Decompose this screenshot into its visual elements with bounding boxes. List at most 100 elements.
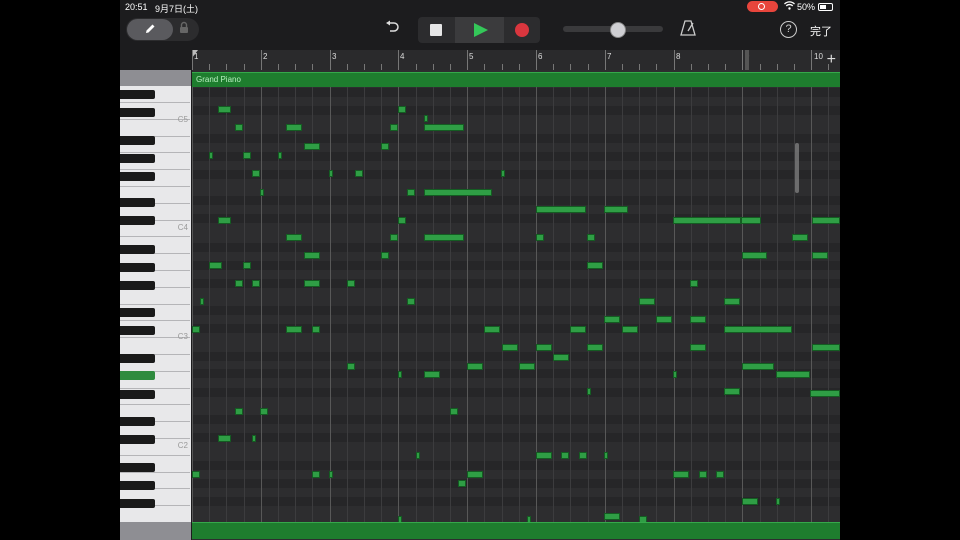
black-key[interactable]	[120, 463, 155, 472]
midi-note[interactable]	[347, 280, 355, 287]
midi-note[interactable]	[278, 152, 282, 159]
volume-slider-knob[interactable]	[610, 22, 626, 38]
midi-note[interactable]	[587, 388, 591, 395]
black-key[interactable]	[120, 354, 155, 363]
midi-note[interactable]	[776, 371, 810, 378]
loop-marker[interactable]	[745, 50, 749, 70]
midi-note[interactable]	[252, 435, 256, 442]
black-key[interactable]	[120, 90, 155, 99]
midi-note[interactable]	[235, 280, 243, 287]
midi-note[interactable]	[252, 170, 260, 177]
black-key[interactable]	[120, 108, 155, 117]
black-key[interactable]	[120, 308, 155, 317]
midi-note[interactable]	[467, 363, 483, 370]
midi-note[interactable]	[587, 344, 603, 351]
midi-note[interactable]	[235, 408, 243, 415]
midi-note[interactable]	[724, 326, 792, 333]
stop-button[interactable]	[418, 17, 454, 43]
midi-note[interactable]	[690, 280, 698, 287]
black-key[interactable]	[120, 136, 155, 145]
piano-roll-grid[interactable]: Grand Piano	[192, 70, 840, 540]
undo-button[interactable]	[382, 19, 402, 39]
white-key[interactable]	[120, 506, 190, 523]
midi-note[interactable]	[742, 252, 767, 259]
midi-note[interactable]	[812, 344, 840, 351]
midi-note[interactable]	[286, 234, 302, 241]
midi-note[interactable]	[192, 471, 200, 478]
midi-note[interactable]	[812, 252, 828, 259]
metronome-button[interactable]	[680, 20, 698, 38]
midi-note[interactable]	[673, 217, 741, 224]
midi-note[interactable]	[398, 371, 402, 378]
midi-note[interactable]	[424, 115, 428, 122]
midi-note[interactable]	[536, 452, 552, 459]
midi-note[interactable]	[398, 106, 406, 113]
timeline-ruler[interactable]: 1 2 3 4 5 6 7 8 9 10 +	[192, 50, 840, 70]
midi-note[interactable]	[792, 234, 808, 241]
midi-note[interactable]	[673, 371, 677, 378]
midi-note[interactable]	[424, 234, 464, 241]
midi-note[interactable]	[416, 452, 420, 459]
black-key[interactable]	[120, 417, 155, 426]
midi-note[interactable]	[407, 189, 415, 196]
midi-note[interactable]	[639, 298, 655, 305]
midi-note[interactable]	[312, 326, 320, 333]
midi-note[interactable]	[553, 354, 569, 361]
midi-note[interactable]	[304, 280, 320, 287]
midi-note[interactable]	[407, 298, 415, 305]
midi-note[interactable]	[243, 262, 251, 269]
midi-note[interactable]	[604, 316, 620, 323]
midi-note[interactable]	[724, 388, 740, 395]
midi-note[interactable]	[209, 262, 222, 269]
lock-button[interactable]	[179, 21, 193, 37]
midi-note[interactable]	[604, 452, 608, 459]
midi-note[interactable]	[579, 452, 587, 459]
black-key[interactable]	[120, 172, 155, 181]
midi-note[interactable]	[536, 206, 586, 213]
midi-note[interactable]	[673, 471, 689, 478]
midi-note[interactable]	[656, 316, 672, 323]
midi-note[interactable]	[355, 170, 363, 177]
midi-note[interactable]	[192, 326, 200, 333]
midi-note[interactable]	[304, 143, 320, 150]
midi-note[interactable]	[690, 344, 706, 351]
region-header[interactable]: Grand Piano	[192, 72, 840, 87]
midi-note[interactable]	[690, 316, 706, 323]
done-button[interactable]: 完了	[810, 23, 832, 39]
midi-note[interactable]	[587, 262, 603, 269]
midi-note[interactable]	[622, 326, 638, 333]
midi-note[interactable]	[390, 124, 398, 131]
midi-note[interactable]	[724, 298, 740, 305]
midi-note[interactable]	[536, 344, 552, 351]
midi-note[interactable]	[536, 234, 544, 241]
record-button[interactable]	[505, 17, 540, 43]
black-key[interactable]	[120, 326, 155, 335]
midi-note[interactable]	[741, 217, 761, 224]
midi-note[interactable]	[501, 170, 505, 177]
midi-note[interactable]	[390, 234, 398, 241]
midi-note[interactable]	[450, 408, 458, 415]
black-key[interactable]	[120, 481, 155, 490]
black-key[interactable]	[120, 281, 155, 290]
midi-note[interactable]	[699, 471, 707, 478]
midi-note[interactable]	[286, 124, 302, 131]
midi-note[interactable]	[587, 234, 595, 241]
midi-note[interactable]	[304, 252, 320, 259]
midi-note[interactable]	[381, 143, 389, 150]
vertical-scrollbar[interactable]	[795, 143, 799, 193]
black-key[interactable]	[120, 435, 155, 444]
midi-note[interactable]	[742, 498, 758, 505]
help-button[interactable]: ?	[780, 21, 797, 38]
midi-note[interactable]	[604, 206, 628, 213]
midi-note[interactable]	[243, 152, 251, 159]
midi-note[interactable]	[260, 408, 268, 415]
midi-note[interactable]	[424, 189, 492, 196]
midi-note[interactable]	[218, 217, 231, 224]
black-key-active[interactable]	[120, 371, 155, 380]
midi-note[interactable]	[742, 363, 774, 370]
midi-note[interactable]	[604, 513, 620, 520]
midi-note[interactable]	[561, 452, 569, 459]
midi-note[interactable]	[381, 252, 389, 259]
black-key[interactable]	[120, 216, 155, 225]
white-key[interactable]	[120, 288, 190, 305]
